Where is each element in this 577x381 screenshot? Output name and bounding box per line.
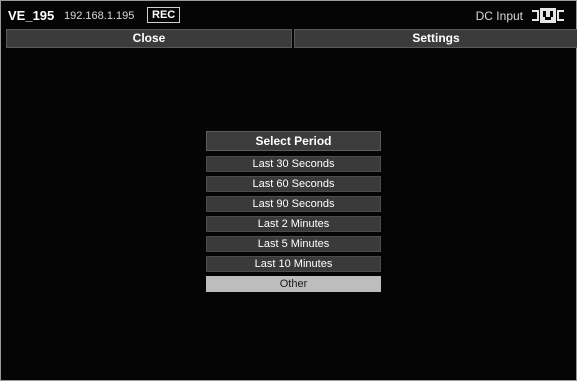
dc-plug-icon	[532, 8, 564, 23]
period-option-other[interactable]: Other	[206, 276, 381, 292]
title-bar: VE_195 192.168.1.195 REC DC Input	[2, 2, 575, 29]
settings-button[interactable]: Settings	[294, 29, 577, 48]
app-window: VE_195 192.168.1.195 REC DC Input Close …	[0, 0, 577, 381]
period-option-30-seconds[interactable]: Last 30 Seconds	[206, 156, 381, 172]
period-option-10-minutes[interactable]: Last 10 Minutes	[206, 256, 381, 272]
ip-address: 192.168.1.195	[64, 10, 135, 22]
period-option-90-seconds[interactable]: Last 90 Seconds	[206, 196, 381, 212]
close-button[interactable]: Close	[6, 29, 292, 48]
power-status: DC Input	[475, 9, 523, 23]
device-name: VE_195	[8, 8, 55, 23]
period-option-2-minutes[interactable]: Last 2 Minutes	[206, 216, 381, 232]
select-period-menu: Select Period Last 30 Seconds Last 60 Se…	[206, 131, 381, 296]
rec-badge: REC	[147, 7, 181, 23]
period-option-5-minutes[interactable]: Last 5 Minutes	[206, 236, 381, 252]
select-period-title: Select Period	[206, 131, 381, 151]
period-option-60-seconds[interactable]: Last 60 Seconds	[206, 176, 381, 192]
